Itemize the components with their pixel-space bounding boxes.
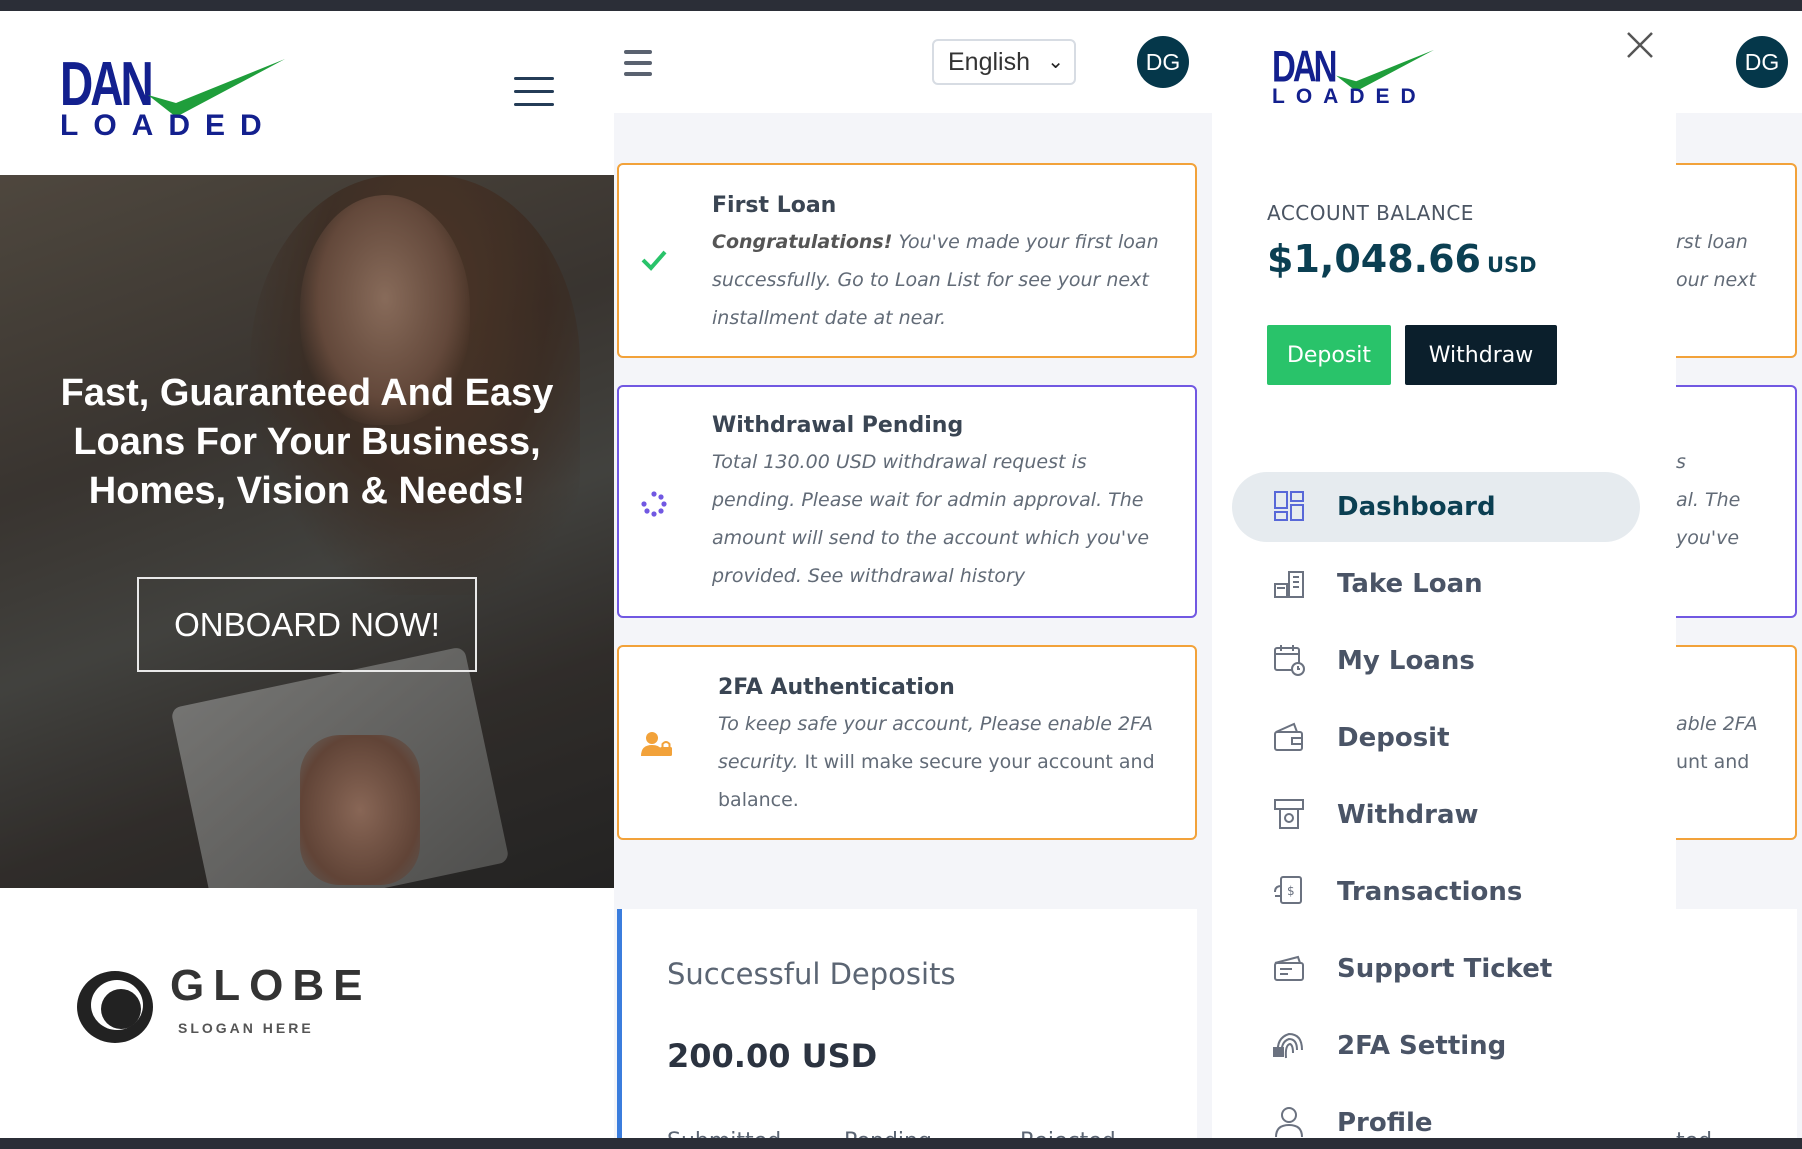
- peek-text: rst loan: [1676, 231, 1748, 253]
- logo-text-bottom: LOADED: [1272, 85, 1427, 108]
- svg-text:$: $: [1287, 884, 1295, 898]
- user-lock-icon: [641, 732, 672, 756]
- window-bottom-bar: [0, 1138, 1802, 1149]
- sidebar-item-deposit[interactable]: Deposit: [1232, 703, 1640, 773]
- alert-first-loan: First Loan Congratulations! You've made …: [617, 163, 1197, 358]
- partner-name: GLOBE: [170, 961, 372, 1010]
- peek-alert-withdrawal: s al. The you've: [1676, 385, 1797, 618]
- avatar[interactable]: DG: [1736, 36, 1788, 88]
- sidebar-panel: DAN LOADED ACCOUNT BALANCE $1,048.66 USD …: [1212, 11, 1676, 1138]
- ticket-icon: [1274, 955, 1304, 981]
- withdraw-button[interactable]: Withdraw: [1405, 325, 1557, 385]
- peek-text: al. The: [1676, 489, 1741, 511]
- user-icon: [1275, 1107, 1303, 1138]
- dashboard-panel: English ⌄ DG First Loan Congratulations!…: [614, 11, 1212, 1138]
- card-value: 200.00 USD: [667, 1037, 878, 1075]
- column-submitted: Submitted: [667, 1129, 781, 1138]
- sidebar-item-dashboard[interactable]: Dashboard: [1232, 472, 1640, 542]
- check-icon: [641, 250, 667, 271]
- alert-body: To keep safe your account, Please enable…: [718, 713, 1155, 811]
- alert-2fa: 2FA Authentication To keep safe your acc…: [617, 645, 1197, 840]
- sidebar-item-label: Dashboard: [1337, 492, 1496, 522]
- spinner-icon: [641, 491, 667, 517]
- peek-alert-2fa: able 2FA unt and: [1676, 645, 1797, 840]
- globe-logo-icon: [77, 971, 153, 1043]
- peek-text: ted: [1676, 1129, 1712, 1138]
- sidebar-item-label: My Loans: [1337, 646, 1475, 676]
- fingerprint-icon: [1273, 1032, 1303, 1059]
- deposit-button[interactable]: Deposit: [1267, 325, 1391, 385]
- alert-body: Total 130.00 USD withdrawal request is p…: [712, 451, 1150, 587]
- alert-title: First Loan: [712, 193, 837, 218]
- logo-text-bottom: LOADED: [60, 109, 277, 142]
- balance-value: $1,048.66 USD: [1267, 237, 1537, 281]
- sidebar-item-label: Profile: [1337, 1108, 1433, 1138]
- sidebar-item-profile[interactable]: Profile: [1232, 1088, 1640, 1138]
- sidebar-item-withdraw[interactable]: Withdraw: [1232, 780, 1640, 850]
- calendar-icon: [1274, 645, 1305, 676]
- partner-slogan: SLOGAN HERE: [178, 1020, 314, 1036]
- peek-text: s: [1676, 451, 1686, 473]
- sidebar-item-label: Withdraw: [1337, 800, 1479, 830]
- peek-header: DG: [1676, 11, 1802, 113]
- language-value: English: [948, 47, 1030, 76]
- sidebar-item-label: 2FA Setting: [1337, 1031, 1507, 1061]
- alert-title: 2FA Authentication: [718, 675, 955, 700]
- successful-deposits-card: Successful Deposits 200.00 USD Submitted…: [617, 909, 1197, 1138]
- menu-toggle-button[interactable]: [514, 77, 554, 106]
- avatar[interactable]: DG: [1137, 36, 1189, 88]
- alert-body: Congratulations! You've made your first …: [712, 231, 1159, 329]
- alert-withdrawal-pending: Withdrawal Pending Total 130.00 USD with…: [617, 385, 1197, 618]
- sidebar-item-2fa-setting[interactable]: 2FA Setting: [1232, 1011, 1640, 1081]
- window-top-bar: [0, 0, 1802, 11]
- peek-text: you've: [1676, 527, 1740, 549]
- close-icon[interactable]: [1622, 27, 1658, 63]
- peek-text: our next: [1676, 269, 1756, 291]
- withdrawal-history-link[interactable]: provided. See withdrawal history: [712, 565, 1025, 587]
- peek-text: unt and: [1676, 751, 1750, 773]
- wallet-icon: [1274, 722, 1303, 751]
- sidebar-item-label: Take Loan: [1337, 569, 1483, 599]
- hero-banner: Fast, Guaranteed And Easy Loans For Your…: [0, 175, 614, 888]
- peek-deposits-card: ted: [1676, 909, 1797, 1138]
- onboard-now-button[interactable]: ONBOARD NOW!: [137, 577, 477, 672]
- column-pending: Pending: [844, 1129, 932, 1138]
- peek-alert-first-loan: rst loan our next: [1676, 163, 1797, 358]
- atm-icon: [1274, 799, 1304, 829]
- hero-title: Fast, Guaranteed And Easy Loans For Your…: [60, 372, 554, 512]
- sidebar-toggle-button[interactable]: [624, 50, 652, 76]
- sidebar-item-support-ticket[interactable]: Support Ticket: [1232, 934, 1640, 1004]
- take-loan-icon: [1274, 571, 1304, 598]
- sidebar-item-transactions[interactable]: $ Transactions: [1232, 857, 1640, 927]
- sidebar-brand-logo[interactable]: DAN LOADED: [1272, 41, 1452, 121]
- sidebar-item-label: Transactions: [1337, 877, 1523, 907]
- column-rejected: Rejected: [1020, 1129, 1116, 1138]
- transactions-icon: $: [1274, 876, 1302, 904]
- balance-label: ACCOUNT BALANCE: [1267, 201, 1474, 225]
- dashboard-header: English ⌄ DG: [614, 11, 1212, 113]
- dashboard-icon: [1274, 491, 1304, 521]
- alert-title: Withdrawal Pending: [712, 413, 964, 438]
- sidebar-item-label: Deposit: [1337, 723, 1450, 753]
- peek-text: able 2FA: [1676, 713, 1758, 735]
- language-select[interactable]: English ⌄: [932, 39, 1076, 85]
- chevron-down-icon: ⌄: [1047, 51, 1064, 73]
- card-title: Successful Deposits: [667, 957, 956, 991]
- brand-logo[interactable]: DAN LOADED: [60, 47, 300, 147]
- sidebar-item-take-loan[interactable]: Take Loan: [1232, 549, 1640, 619]
- dashboard-peek-panel: DG rst loan our next s al. The you've ab…: [1676, 11, 1802, 1138]
- landing-panel: DAN LOADED Fast, Guaranteed And Easy Loa…: [0, 11, 614, 1138]
- sidebar-item-label: Support Ticket: [1337, 954, 1553, 984]
- sidebar-item-my-loans[interactable]: My Loans: [1232, 626, 1640, 696]
